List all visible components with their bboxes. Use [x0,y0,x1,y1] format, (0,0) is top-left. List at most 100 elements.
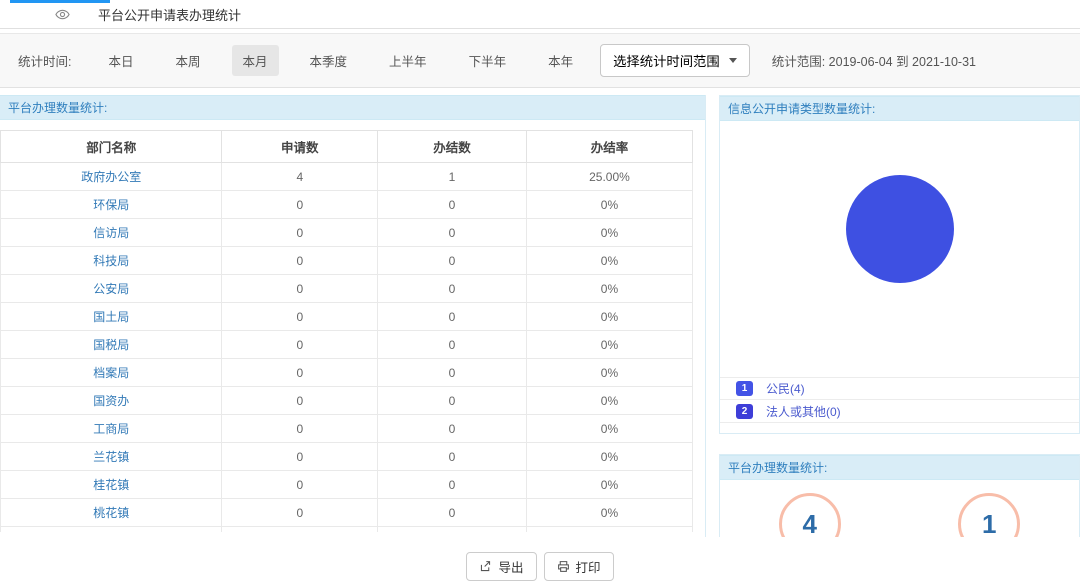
table-cell: 0 [378,527,527,533]
table-cell: 0 [378,443,527,471]
table-cell: 0% [526,247,692,275]
legend-item[interactable]: 1公民(4) [720,377,1079,400]
platform-totals-panel-title: 平台办理数量统计: [720,455,1079,480]
time-range-dropdown-label: 选择统计时间范围 [613,51,720,70]
print-button[interactable]: 打印 [544,552,614,581]
department-link[interactable]: 国土局 [1,303,222,331]
table-cell: 0% [526,359,692,387]
table-cell: 25.00% [526,163,692,191]
time-option[interactable]: 本年 [537,45,584,76]
table-row: 环保局000% [1,191,693,219]
department-link[interactable]: 国资办 [1,387,222,415]
department-table: 部门名称申请数办结数办结率 政府办公室4125.00%环保局000%信访局000… [0,130,693,532]
table-cell: 0 [222,443,378,471]
department-link[interactable]: 工商局 [1,415,222,443]
department-link[interactable]: 档案局 [1,359,222,387]
time-filter-label: 统计时间: [18,51,71,70]
table-row: 兰花镇000% [1,443,693,471]
table-cell: 0 [378,275,527,303]
time-range-dropdown[interactable]: 选择统计时间范围 [600,44,750,77]
time-option[interactable]: 本月 [232,45,279,76]
table-cell: 0 [378,247,527,275]
department-link[interactable]: 荷花镇 [1,527,222,533]
table-cell: 0 [378,471,527,499]
department-link[interactable]: 桂花镇 [1,471,222,499]
table-row: 国资办000% [1,387,693,415]
tab-bar: 平台公开申请表办理统计 [0,0,1080,29]
department-stats-panel-title: 平台办理数量统计: [0,95,705,120]
table-row: 政府办公室4125.00% [1,163,693,191]
department-link[interactable]: 信访局 [1,219,222,247]
table-row: 国土局000% [1,303,693,331]
table-cell: 1 [378,163,527,191]
main-content: 平台办理数量统计: 部门名称申请数办结数办结率 政府办公室4125.00%环保局… [0,95,1080,537]
legend-label: 公民(4) [766,380,805,397]
pie-chart[interactable] [846,175,954,283]
stats-row: 4申请数1办结数 [720,480,1079,537]
table-row: 工商局000% [1,415,693,443]
table-cell: 0 [222,303,378,331]
department-link[interactable]: 科技局 [1,247,222,275]
table-cell: 0 [222,331,378,359]
table-row: 国税局000% [1,331,693,359]
department-link[interactable]: 政府办公室 [1,163,222,191]
table-cell: 0 [378,415,527,443]
stat-circle: 4 [779,493,841,537]
tab-platform-statistics[interactable]: 平台公开申请表办理统计 [0,0,1080,28]
department-link[interactable]: 国税局 [1,331,222,359]
table-cell: 0 [222,359,378,387]
table-cell: 0 [222,471,378,499]
time-range-summary: 统计范围: 2019-06-04 到 2021-10-31 [772,51,976,70]
table-cell: 0 [222,191,378,219]
time-option[interactable]: 本周 [165,45,212,76]
export-icon [479,560,492,573]
legend-index-badge: 2 [736,404,753,419]
table-cell: 0 [222,527,378,533]
time-option[interactable]: 本日 [97,45,144,76]
table-cell: 0 [222,387,378,415]
table-cell: 0 [378,387,527,415]
table-cell: 0% [526,527,692,533]
table-row: 公安局000% [1,275,693,303]
table-header-cell: 申请数 [222,131,378,163]
application-type-panel: 信息公开申请类型数量统计: 1公民(4) 2 法人或其他(0) [719,95,1080,434]
table-cell: 0% [526,303,692,331]
table-cell: 0% [526,275,692,303]
table-cell: 0 [378,331,527,359]
department-link[interactable]: 兰花镇 [1,443,222,471]
time-option[interactable]: 下半年 [458,45,518,76]
table-header-cell: 部门名称 [1,131,222,163]
department-link[interactable]: 环保局 [1,191,222,219]
table-cell: 0 [378,303,527,331]
time-filter-toolbar: 统计时间: 本日本周本月本季度上半年下半年本年 选择统计时间范围 统计范围: 2… [0,33,1080,88]
export-button[interactable]: 导出 [466,552,536,581]
stat-block: 1办结数 [900,480,1080,537]
table-cell: 0 [378,499,527,527]
stat-block: 4申请数 [720,480,900,537]
table-cell: 0 [222,415,378,443]
legend-label: 法人或其他(0) [766,403,841,420]
table-cell: 0% [526,415,692,443]
table-cell: 0 [378,219,527,247]
table-cell: 0% [526,443,692,471]
application-type-panel-title: 信息公开申请类型数量统计: [720,96,1079,121]
department-link[interactable]: 公安局 [1,275,222,303]
legend-item[interactable]: 2 法人或其他(0) [720,400,1079,423]
table-row: 桃花镇000% [1,499,693,527]
eye-icon [55,7,70,22]
table-cell: 0 [222,499,378,527]
tab-title: 平台公开申请表办理统计 [98,5,241,24]
table-row: 信访局000% [1,219,693,247]
table-row: 科技局000% [1,247,693,275]
pie-legend: 1公民(4) 2 法人或其他(0) [720,377,1079,433]
time-option[interactable]: 上半年 [378,45,438,76]
time-option[interactable]: 本季度 [299,45,359,76]
export-button-label: 导出 [498,557,523,576]
printer-icon [557,560,570,573]
table-cell: 0 [378,191,527,219]
department-link[interactable]: 桃花镇 [1,499,222,527]
department-stats-panel: 平台办理数量统计: 部门名称申请数办结数办结率 政府办公室4125.00%环保局… [0,95,706,537]
table-cell: 0% [526,499,692,527]
table-header-cell: 办结率 [526,131,692,163]
time-quick-options: 本日本周本月本季度上半年下半年本年 [97,45,584,76]
